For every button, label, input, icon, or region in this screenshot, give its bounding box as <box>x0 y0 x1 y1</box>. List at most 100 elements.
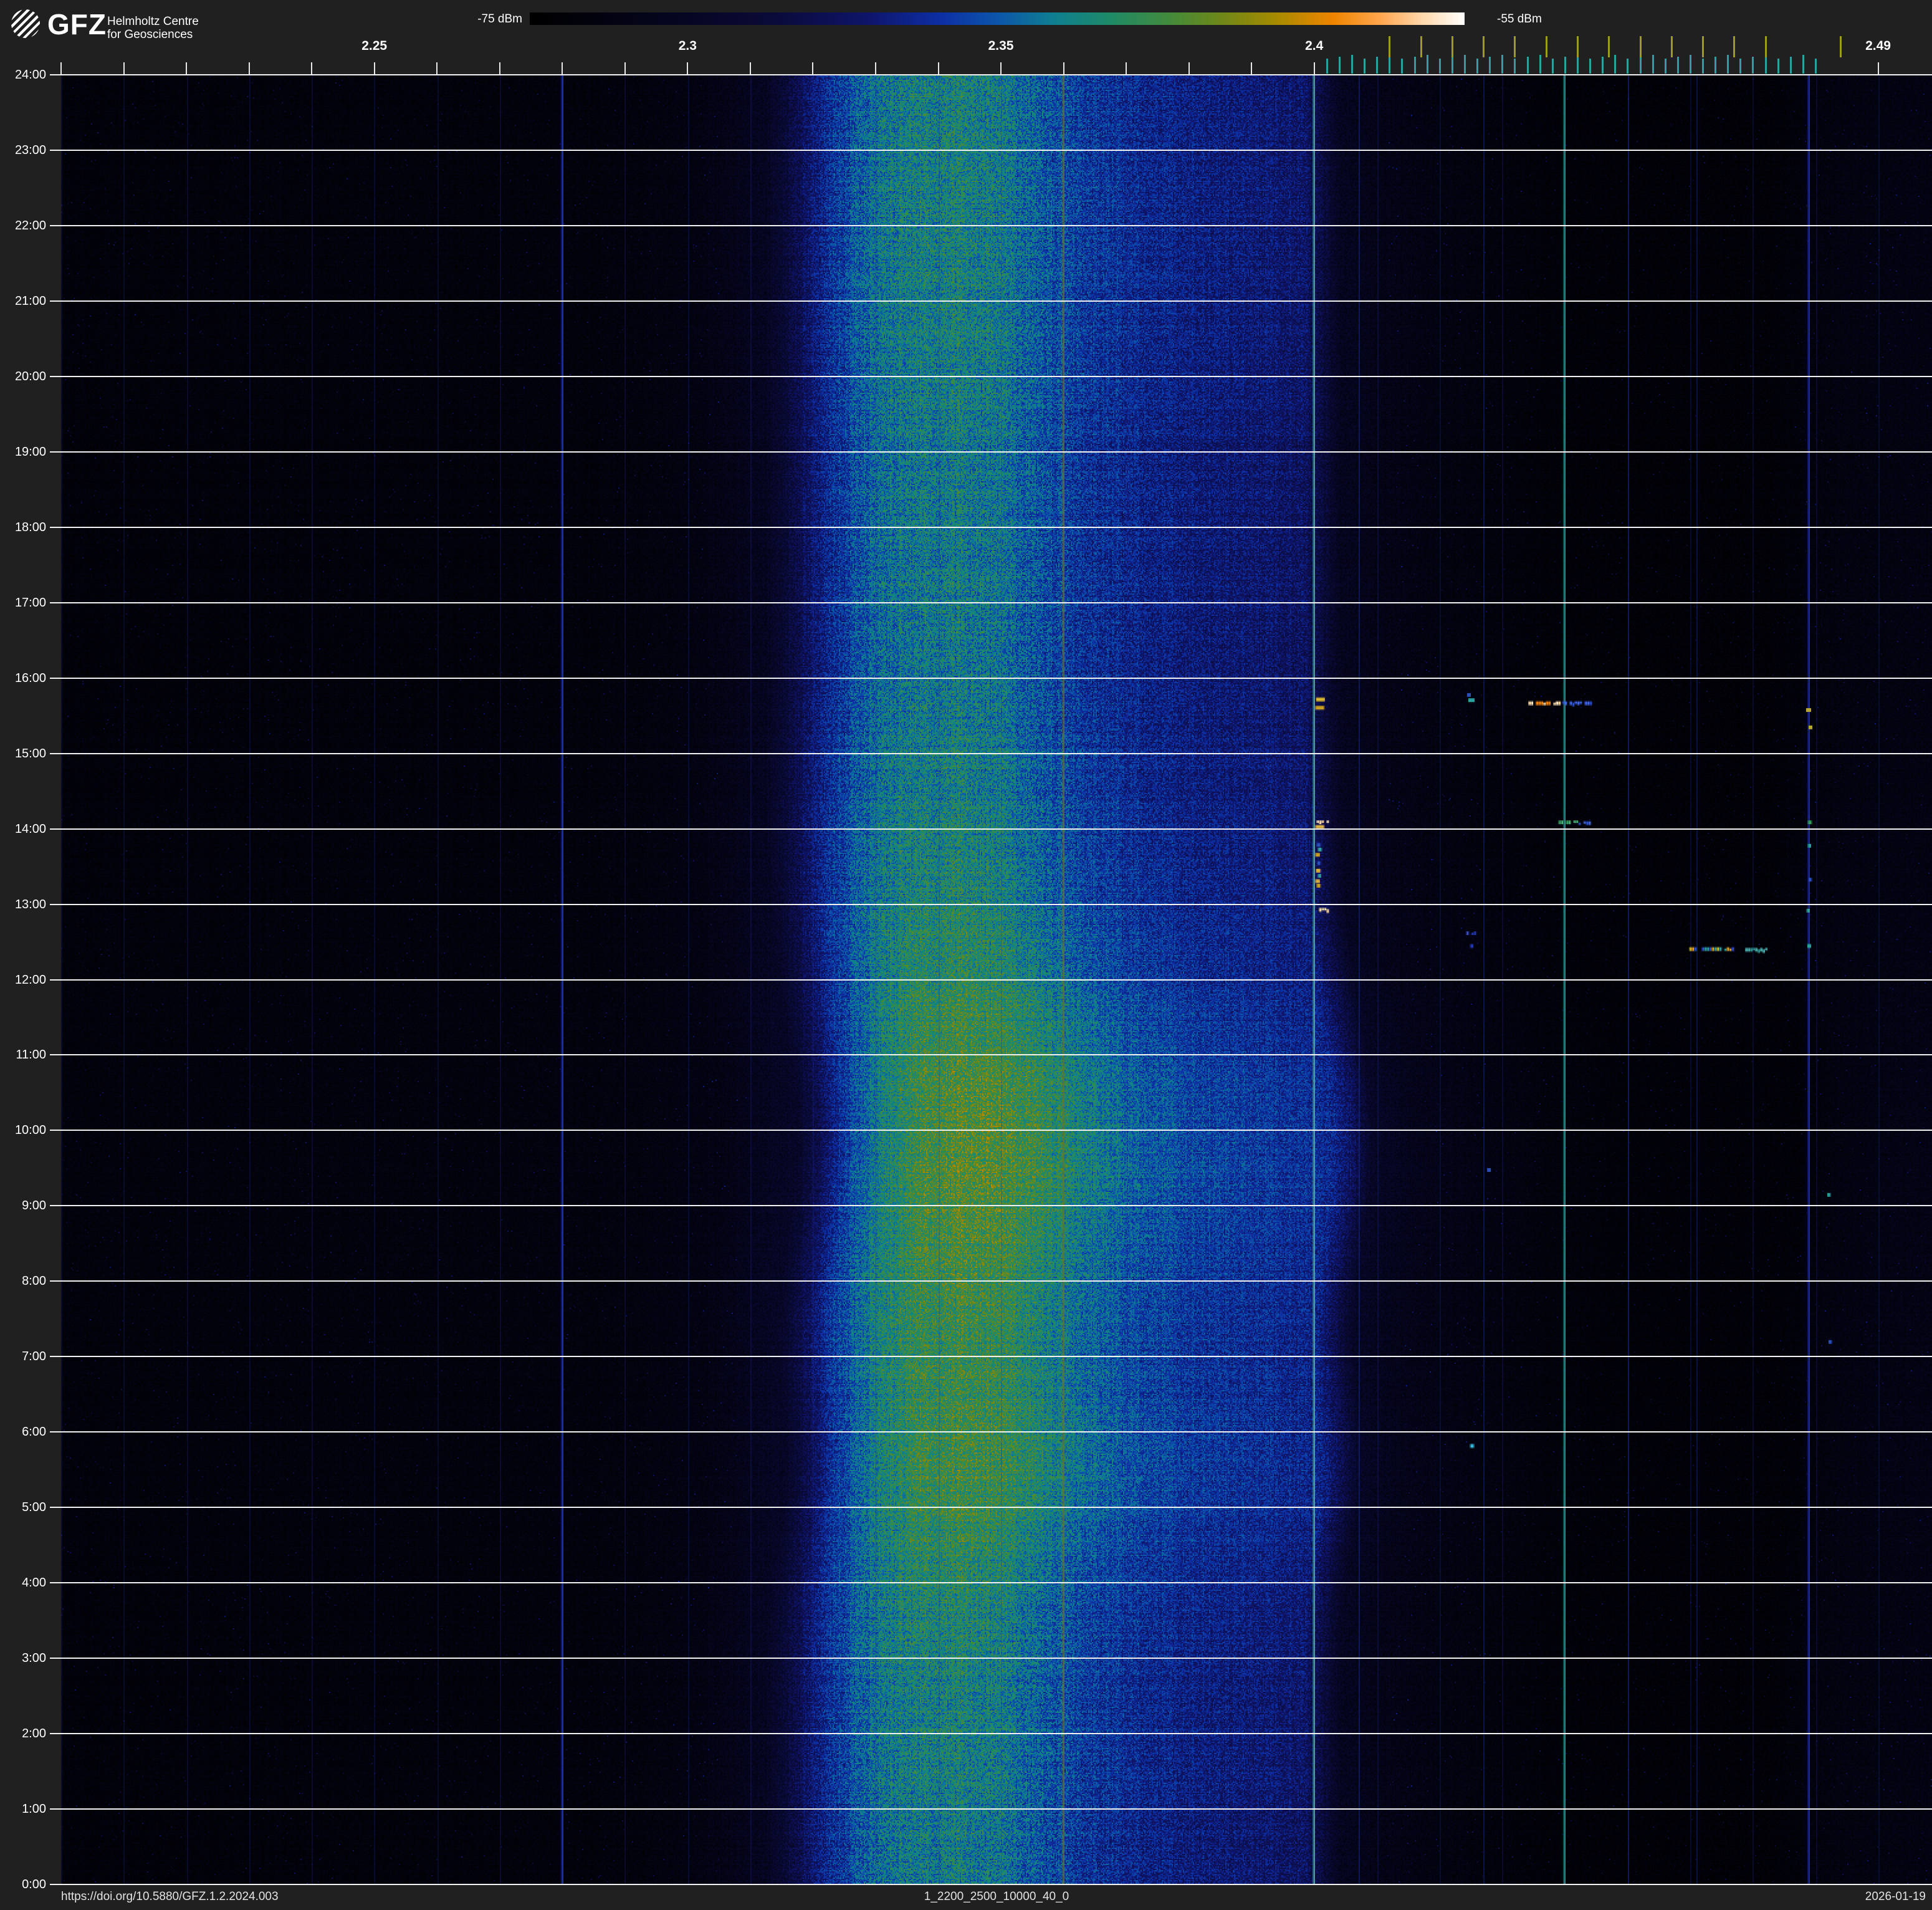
hour-gridline-15:00 <box>50 752 1932 754</box>
freq-minor-tick <box>687 62 689 75</box>
hour-gridline-2:00 <box>50 1733 1932 1735</box>
freq-minor-tick <box>1251 62 1253 75</box>
gfz-logo-acronym: GFZ <box>47 8 107 41</box>
freq-minor-tick <box>937 62 939 75</box>
bluetooth-channel-tick <box>1664 59 1667 74</box>
freq-tick-label-2.35: 2.35 <box>988 39 1014 53</box>
time-label-5:00: 5:00 <box>22 1500 46 1515</box>
logo-subtitle-line2: for Geosciences <box>107 28 193 41</box>
bluetooth-channel-tick <box>1476 59 1479 74</box>
spectrogram-page: GFZ Helmholtz Centre for Geosciences -75… <box>0 0 1932 1910</box>
time-label-21:00: 21:00 <box>14 294 46 308</box>
freq-minor-tick <box>373 62 375 75</box>
bluetooth-channel-tick <box>1489 57 1491 74</box>
hour-gridline-12:00 <box>50 979 1932 981</box>
wifi-channel-tick <box>1702 36 1705 57</box>
hour-gridline-19:00 <box>50 451 1932 453</box>
bluetooth-channel-tick <box>1714 57 1717 74</box>
wifi-channel-tick <box>1670 36 1673 57</box>
bluetooth-channel-tick <box>1789 57 1792 74</box>
bluetooth-channel-tick <box>1438 59 1441 74</box>
wifi-channel-tick <box>1451 36 1453 57</box>
bluetooth-channel-tick <box>1539 55 1541 74</box>
dataset-label: 1_2200_2500_10000_40_0 <box>924 1890 1069 1903</box>
time-label-10:00: 10:00 <box>14 1123 46 1138</box>
bluetooth-channel-tick <box>1338 57 1341 74</box>
bluetooth-channel-tick <box>1514 59 1516 74</box>
time-label-13:00: 13:00 <box>14 897 46 911</box>
colorbar-max-label: -55 dBm <box>1497 12 1542 26</box>
wifi-channel-tick <box>1764 36 1767 57</box>
hour-gridline-6:00 <box>50 1431 1932 1433</box>
freq-minor-tick <box>186 62 188 75</box>
time-label-9:00: 9:00 <box>22 1199 46 1213</box>
hour-gridline-5:00 <box>50 1507 1932 1509</box>
bluetooth-channel-tick <box>1739 59 1742 74</box>
time-label-6:00: 6:00 <box>22 1425 46 1439</box>
hour-gridline-1:00 <box>50 1808 1932 1810</box>
hour-gridline-9:00 <box>50 1205 1932 1207</box>
freq-minor-tick <box>248 62 250 75</box>
time-label-15:00: 15:00 <box>14 746 46 761</box>
bluetooth-channel-tick <box>1401 59 1404 74</box>
freq-tick-label-2.49: 2.49 <box>1865 39 1891 53</box>
bluetooth-channel-tick <box>1389 55 1391 74</box>
bluetooth-channel-tick <box>1426 55 1428 74</box>
freq-minor-tick <box>436 62 438 75</box>
wifi-channel-tick <box>1389 36 1391 57</box>
bluetooth-channel-tick <box>1526 57 1529 74</box>
freq-minor-tick <box>1063 62 1064 75</box>
bluetooth-channel-tick <box>1464 55 1466 74</box>
bluetooth-channel-tick <box>1727 55 1729 74</box>
freq-minor-tick <box>1877 62 1879 75</box>
time-label-7:00: 7:00 <box>22 1350 46 1364</box>
freq-minor-tick <box>812 62 814 75</box>
time-label-19:00: 19:00 <box>14 444 46 459</box>
time-label-3:00: 3:00 <box>22 1651 46 1666</box>
time-label-2:00: 2:00 <box>22 1727 46 1741</box>
bluetooth-channel-tick <box>1501 55 1504 74</box>
wifi-channel-tick <box>1576 36 1579 57</box>
bluetooth-channel-tick <box>1614 55 1617 74</box>
freq-minor-tick <box>1000 62 1002 75</box>
hour-gridline-13:00 <box>50 903 1932 905</box>
bluetooth-channel-tick <box>1815 59 1817 74</box>
wifi-channel-tick <box>1608 36 1610 57</box>
hour-gridline-23:00 <box>50 149 1932 151</box>
freq-minor-tick <box>749 62 751 75</box>
hour-gridline-21:00 <box>50 300 1932 302</box>
bluetooth-channel-tick <box>1777 59 1779 74</box>
bluetooth-channel-tick <box>1602 57 1604 74</box>
bluetooth-channel-tick <box>1689 55 1691 74</box>
hour-gridline-3:00 <box>50 1658 1932 1659</box>
time-label-14:00: 14:00 <box>14 822 46 836</box>
time-label-20:00: 20:00 <box>14 369 46 383</box>
bluetooth-channel-tick <box>1451 57 1453 74</box>
hour-gridline-11:00 <box>50 1054 1932 1056</box>
bluetooth-channel-tick <box>1802 55 1804 74</box>
wifi-channel-tick <box>1840 36 1842 57</box>
time-label-22:00: 22:00 <box>14 218 46 233</box>
time-label-17:00: 17:00 <box>14 595 46 610</box>
gfz-logo-subtitle: Helmholtz Centre for Geosciences <box>107 15 199 41</box>
wifi-channel-tick <box>1483 36 1485 57</box>
time-label-0:00: 0:00 <box>22 1878 46 1891</box>
freq-minor-tick <box>624 62 626 75</box>
bluetooth-channel-tick <box>1364 59 1366 74</box>
wifi-channel-tick <box>1545 36 1547 57</box>
hour-gridline-4:00 <box>50 1582 1932 1584</box>
freq-minor-tick <box>1313 62 1315 75</box>
bluetooth-channel-tick <box>1702 59 1705 74</box>
time-label-16:00: 16:00 <box>14 671 46 685</box>
freq-tick-label-2.25: 2.25 <box>361 39 388 53</box>
bluetooth-channel-tick <box>1676 57 1679 74</box>
bluetooth-channel-tick <box>1764 55 1767 74</box>
bluetooth-channel-tick <box>1376 57 1379 74</box>
freq-minor-tick <box>123 62 125 75</box>
freq-minor-tick <box>1126 62 1127 75</box>
hour-gridline-14:00 <box>50 828 1932 830</box>
bluetooth-channel-tick <box>1589 59 1592 74</box>
time-label-1:00: 1:00 <box>22 1802 46 1816</box>
hour-gridline-10:00 <box>50 1130 1932 1131</box>
time-label-8:00: 8:00 <box>22 1274 46 1289</box>
